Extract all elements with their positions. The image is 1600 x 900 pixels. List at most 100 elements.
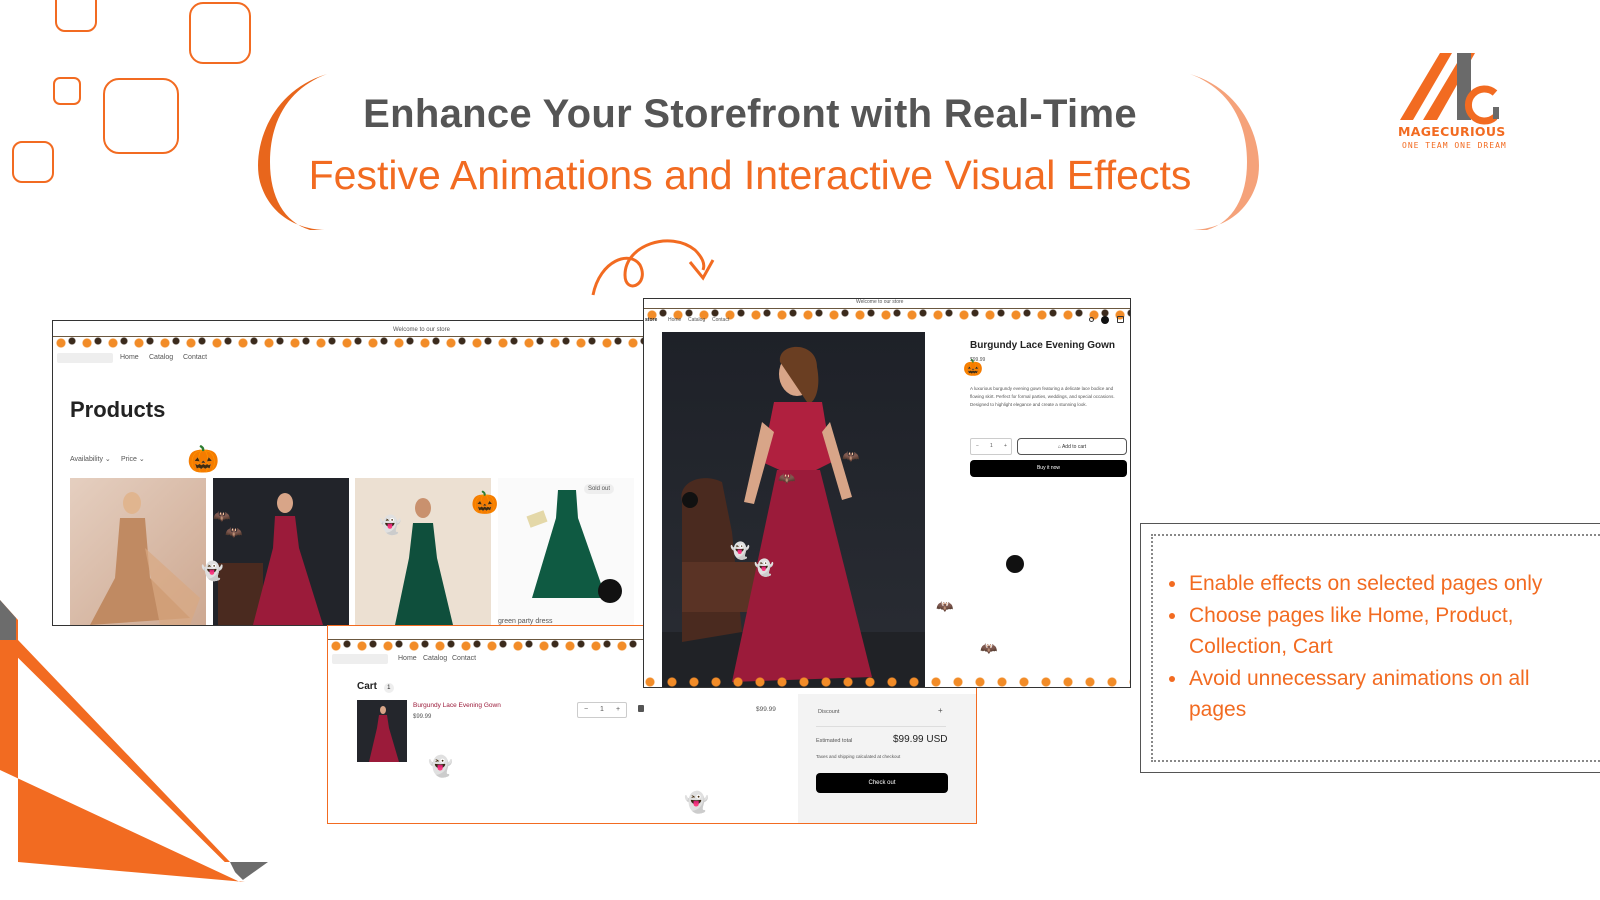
increase-button[interactable]: + <box>616 706 620 713</box>
filter-availability[interactable]: Availability ⌄ <box>70 455 111 463</box>
checkout-button[interactable]: Check out <box>816 773 948 793</box>
collection-heading: Products <box>70 397 166 422</box>
estimated-total-value: $99.99 USD <box>893 734 948 745</box>
logo-wordmark: MAGECURIOUS <box>1398 124 1506 139</box>
announcement-bar: Welcome to our store <box>856 299 904 305</box>
cart-heading: Cart 1 <box>357 681 394 693</box>
product-main-image <box>662 332 925 687</box>
product-caption: green party dress <box>498 618 553 625</box>
nav-contact[interactable]: Contact <box>452 655 476 662</box>
add-to-cart-label: Add to cart <box>1061 444 1087 450</box>
nav-catalog[interactable]: Catalog <box>688 317 705 323</box>
bat-icon: 🦇 <box>842 449 860 465</box>
quantity-stepper[interactable]: − 1 + <box>577 702 627 718</box>
burgundy-gown-thumbnail <box>369 706 399 762</box>
cart-count-badge: 1 <box>383 683 394 693</box>
decrease-button[interactable]: − <box>584 706 588 713</box>
halloween-garland <box>53 329 651 351</box>
pumpkin-icon: 🎃 <box>471 491 499 516</box>
product-description: A luxurious burgundy evening gown featur… <box>970 386 1115 407</box>
pumpkin-ground-row <box>644 677 1130 687</box>
announcement-bar: Welcome to our store <box>393 327 450 333</box>
discount-expand-icon[interactable]: + <box>938 706 943 715</box>
bat-icon: 🦇 <box>213 509 231 525</box>
add-to-cart-button[interactable]: ⌂ Add to cart <box>1017 438 1127 455</box>
logo-tagline: ONE TEAM ONE DREAM <box>1402 141 1507 150</box>
trash-icon[interactable] <box>638 705 644 712</box>
ghost-icon: 👻 <box>684 790 709 814</box>
feature-item: Enable effects on selected pages only <box>1169 568 1559 600</box>
ghost-icon: 👻 <box>201 561 224 582</box>
feature-list: Enable effects on selected pages only Ch… <box>1169 568 1559 726</box>
nav-catalog[interactable]: Catalog <box>149 354 173 361</box>
decrease-button[interactable]: − <box>976 443 979 449</box>
decor-square <box>103 78 179 154</box>
cart-item-image <box>357 700 407 762</box>
pumpkin-icon: 🎃 <box>963 358 983 377</box>
filter-availability-label: Availability <box>70 456 103 463</box>
product-card-burgundy-gown[interactable] <box>213 478 349 625</box>
ghost-icon: 👻 <box>379 515 402 536</box>
nav-home[interactable]: Home <box>668 317 681 323</box>
jack-o-lantern-icon <box>598 579 622 603</box>
increase-button[interactable]: + <box>1004 443 1007 449</box>
burgundy-gown-photo <box>662 346 925 687</box>
divider <box>816 726 946 727</box>
ghost-icon: 👻 <box>754 558 774 577</box>
feature-item: Choose pages like Home, Product, Collect… <box>1169 600 1559 663</box>
tax-note: Taxes and shipping calculated at checkou… <box>816 754 901 759</box>
nav-catalog[interactable]: Catalog <box>423 655 447 662</box>
search-icon[interactable] <box>1089 317 1094 322</box>
cart-item-name[interactable]: Burgundy Lace Evening Gown <box>413 702 501 709</box>
decor-square <box>189 2 251 64</box>
decor-square <box>55 0 97 32</box>
bat-icon: 🦇 <box>936 599 954 615</box>
filter-price[interactable]: Price ⌄ <box>121 455 145 463</box>
feature-item: Avoid unnecessary animations on all page… <box>1169 663 1559 726</box>
quantity-stepper[interactable]: − 1 + <box>970 438 1012 455</box>
estimated-total-label: Estimated total <box>816 738 853 744</box>
jack-o-lantern-icon <box>682 492 698 508</box>
ghost-icon: 👻 <box>428 754 453 778</box>
collection-page-screenshot: Welcome to our store Home Catalog Contac… <box>52 320 652 626</box>
quantity-value: 1 <box>990 443 993 449</box>
pumpkin-icon: 🎃 <box>187 445 220 475</box>
filter-price-label: Price <box>121 456 137 463</box>
gold-gown-image <box>90 492 200 625</box>
nav-home[interactable]: Home <box>120 354 139 361</box>
decor-triangle <box>0 600 270 900</box>
product-page-screenshot: Welcome to our store store Home Catalog … <box>643 298 1131 688</box>
product-card-gold-gown[interactable] <box>70 478 206 625</box>
product-title: Burgundy Lace Evening Gown <box>970 340 1116 351</box>
jack-o-lantern-icon <box>1006 555 1024 573</box>
search-box <box>332 654 388 664</box>
cart-heading-text: Cart <box>357 681 378 692</box>
nav-contact[interactable]: Contact <box>712 317 729 323</box>
buy-now-button[interactable]: Buy it now <box>970 460 1127 477</box>
nav-home[interactable]: Home <box>398 655 417 662</box>
bat-icon: 🦇 <box>778 471 796 487</box>
decor-square <box>53 77 81 105</box>
ghost-icon: 👻 <box>730 541 750 560</box>
sold-out-badge: Sold out <box>583 484 614 494</box>
cart-icon[interactable] <box>1117 316 1124 323</box>
cart-line-total: $99.99 <box>756 706 776 713</box>
order-summary: Discount + Estimated total $99.99 USD Ta… <box>798 694 976 823</box>
quantity-value: 1 <box>600 706 604 713</box>
search-box <box>57 353 113 363</box>
bat-icon: 🦇 <box>980 641 998 657</box>
decor-square <box>12 141 54 183</box>
headline-primary: Enhance Your Storefront with Real-Time <box>363 92 1137 136</box>
curly-arrow-icon <box>591 239 715 296</box>
nav-contact[interactable]: Contact <box>183 354 207 361</box>
discount-label[interactable]: Discount <box>818 709 839 715</box>
product-card-green-party-dress[interactable]: Sold out <box>498 478 634 625</box>
store-name[interactable]: store <box>645 317 657 323</box>
bat-icon: 🦇 <box>225 525 243 541</box>
headline-secondary: Festive Animations and Interactive Visua… <box>308 152 1192 198</box>
account-icon[interactable] <box>1101 316 1109 324</box>
green-dress-image <box>526 490 606 598</box>
feature-list-card: Enable effects on selected pages only Ch… <box>1140 523 1600 773</box>
cart-item-price: $99.99 <box>413 714 432 720</box>
burgundy-gown-image <box>218 493 323 625</box>
